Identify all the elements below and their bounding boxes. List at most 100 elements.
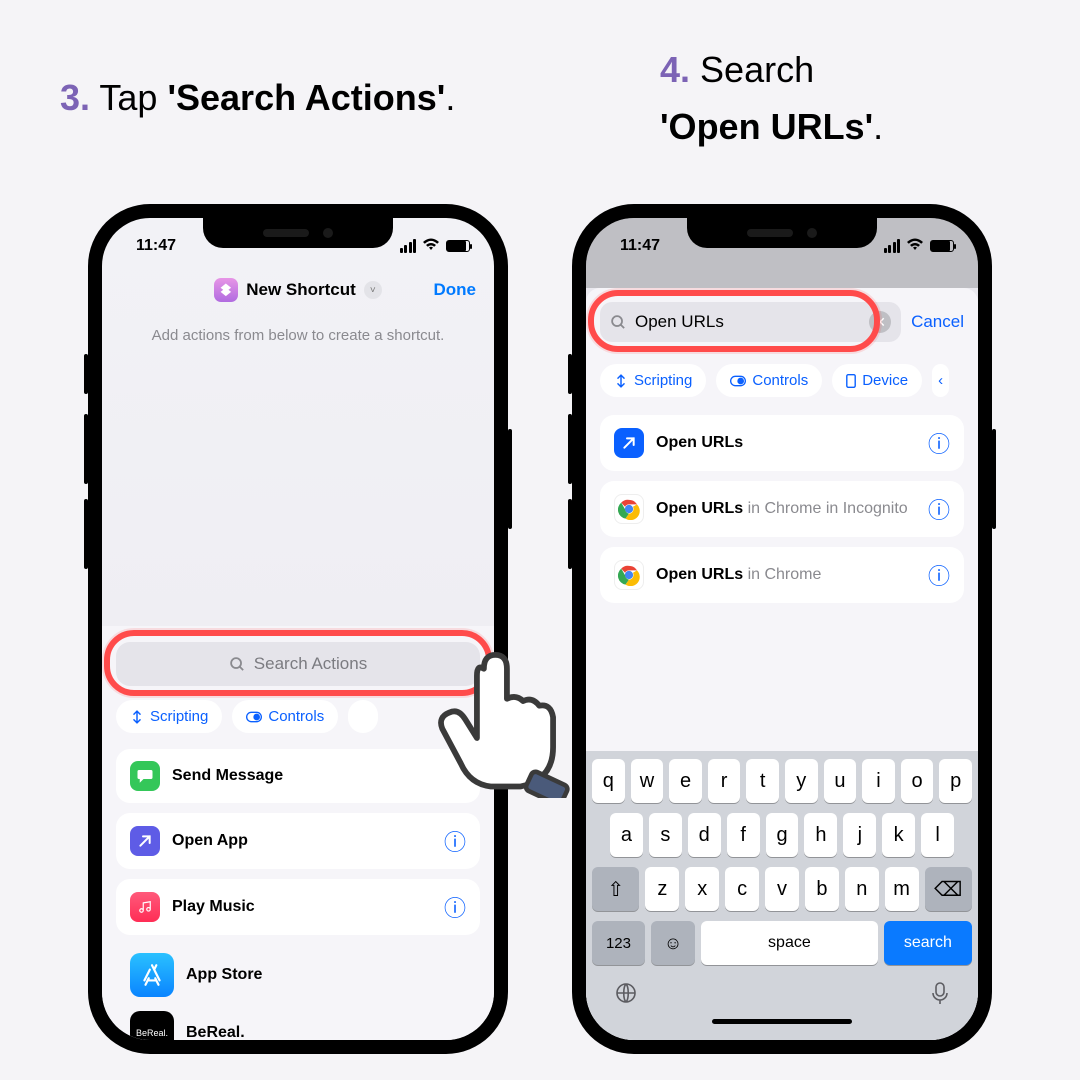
key-i[interactable]: i	[862, 759, 895, 803]
search-input[interactable]: Open URLs ✕	[600, 302, 901, 342]
step-bold: 'Search Actions'	[167, 77, 445, 118]
key-a[interactable]: a	[610, 813, 643, 857]
nav-bar: New Shortcut ˅ Done	[102, 268, 494, 312]
key-shift[interactable]: ⇧	[592, 867, 639, 911]
results-list: Open URLs ⓘ Open URLs in Chrome in Incog…	[600, 415, 964, 603]
bereal-icon: BeReal.	[130, 1011, 174, 1040]
key-e[interactable]: e	[669, 759, 702, 803]
key-c[interactable]: c	[725, 867, 759, 911]
chip-more[interactable]: ‹	[932, 364, 949, 397]
key-t[interactable]: t	[746, 759, 779, 803]
search-icon	[610, 314, 627, 331]
key-w[interactable]: w	[631, 759, 664, 803]
done-button[interactable]: Done	[434, 268, 477, 312]
chip-scripting[interactable]: Scripting	[600, 364, 706, 397]
step-3-heading: 3. Tap 'Search Actions'.	[60, 74, 455, 123]
kbd-row4: 123 ☺ space search	[592, 921, 972, 965]
chip-more[interactable]	[348, 700, 378, 733]
key-backspace[interactable]: ⌫	[925, 867, 972, 911]
message-icon	[130, 761, 160, 791]
shortcuts-app-icon	[214, 278, 238, 302]
key-u[interactable]: u	[824, 759, 857, 803]
kbd-row3: ⇧ z x c v b n m ⌫	[592, 867, 972, 911]
globe-icon[interactable]	[614, 981, 638, 1011]
action-send-message[interactable]: Send Message	[116, 749, 480, 803]
result-open-urls-chrome[interactable]: Open URLs in Chrome ⓘ	[600, 547, 964, 603]
key-b[interactable]: b	[805, 867, 839, 911]
key-123[interactable]: 123	[592, 921, 645, 965]
appstore-icon	[130, 953, 174, 997]
step-bold: 'Open URLs'	[660, 106, 873, 147]
key-d[interactable]: d	[688, 813, 721, 857]
key-emoji[interactable]: ☺	[651, 921, 695, 965]
info-icon[interactable]: ⓘ	[444, 825, 466, 857]
info-icon[interactable]: ⓘ	[928, 559, 950, 591]
key-r[interactable]: r	[708, 759, 741, 803]
chip-controls[interactable]: Controls	[716, 364, 822, 397]
info-icon[interactable]: ⓘ	[928, 493, 950, 525]
info-icon[interactable]: ⓘ	[444, 891, 466, 923]
chip-row: Scripting Controls	[116, 700, 480, 733]
key-o[interactable]: o	[901, 759, 934, 803]
key-z[interactable]: z	[645, 867, 679, 911]
tap-hand-icon	[430, 648, 570, 798]
key-h[interactable]: h	[804, 813, 837, 857]
action-app-store[interactable]: App Store	[116, 945, 480, 1001]
key-m[interactable]: m	[885, 867, 919, 911]
info-icon[interactable]: ⓘ	[928, 427, 950, 459]
key-g[interactable]: g	[766, 813, 799, 857]
step-text: Search	[700, 49, 814, 90]
key-k[interactable]: k	[882, 813, 915, 857]
chrome-icon	[614, 560, 644, 590]
chip-controls[interactable]: Controls	[232, 700, 338, 733]
clear-icon[interactable]: ✕	[869, 311, 891, 333]
clock: 11:47	[620, 237, 660, 255]
home-indicator	[712, 1019, 852, 1024]
key-j[interactable]: j	[843, 813, 876, 857]
key-y[interactable]: y	[785, 759, 818, 803]
battery-icon	[446, 240, 470, 252]
key-v[interactable]: v	[765, 867, 799, 911]
chrome-icon	[614, 494, 644, 524]
action-list: Send Message Open App ⓘ Play Music ⓘ	[116, 749, 480, 1040]
action-play-music[interactable]: Play Music ⓘ	[116, 879, 480, 935]
action-open-app[interactable]: Open App ⓘ	[116, 813, 480, 869]
key-q[interactable]: q	[592, 759, 625, 803]
cancel-button[interactable]: Cancel	[911, 312, 964, 332]
key-search[interactable]: search	[884, 921, 972, 965]
mic-icon[interactable]	[930, 981, 950, 1011]
result-open-urls-chrome-incognito[interactable]: Open URLs in Chrome in Incognito ⓘ	[600, 481, 964, 537]
search-sheet: Open URLs ✕ Cancel Scripting Controls De…	[586, 288, 978, 1040]
battery-icon	[930, 240, 954, 252]
result-open-urls[interactable]: Open URLs ⓘ	[600, 415, 964, 471]
page-title: New Shortcut	[246, 280, 356, 300]
kbd-row2: a s d f g h j k l	[592, 813, 972, 857]
chevron-down-icon[interactable]: ˅	[364, 281, 382, 299]
step-text: Tap	[99, 77, 167, 118]
key-f[interactable]: f	[727, 813, 760, 857]
search-value: Open URLs	[635, 312, 724, 332]
wifi-icon	[422, 237, 440, 255]
key-l[interactable]: l	[921, 813, 954, 857]
arrow-icon	[130, 826, 160, 856]
key-space[interactable]: space	[701, 921, 878, 965]
key-p[interactable]: p	[939, 759, 972, 803]
chip-device[interactable]: Device	[832, 364, 922, 397]
kbd-row1: q w e r t y u i o p	[592, 759, 972, 803]
wifi-icon	[906, 237, 924, 255]
key-x[interactable]: x	[685, 867, 719, 911]
chip-row: Scripting Controls Device ‹	[600, 364, 964, 397]
step-4-heading: 4. Search 'Open URLs'.	[660, 46, 883, 151]
phone-left: 11:47 New Shortcut ˅ Done Add actions fr…	[88, 204, 508, 1054]
action-bereal[interactable]: BeReal. BeReal.	[116, 1011, 480, 1040]
search-placeholder: Search Actions	[254, 654, 367, 674]
search-icon	[229, 656, 246, 673]
music-icon	[130, 892, 160, 922]
key-s[interactable]: s	[649, 813, 682, 857]
key-n[interactable]: n	[845, 867, 879, 911]
signal-icon	[884, 239, 901, 253]
chip-scripting[interactable]: Scripting	[116, 700, 222, 733]
search-actions-input[interactable]: Search Actions	[116, 642, 480, 686]
step-num: 4.	[660, 49, 690, 90]
keyboard: q w e r t y u i o p a s d f g h	[586, 751, 978, 1040]
